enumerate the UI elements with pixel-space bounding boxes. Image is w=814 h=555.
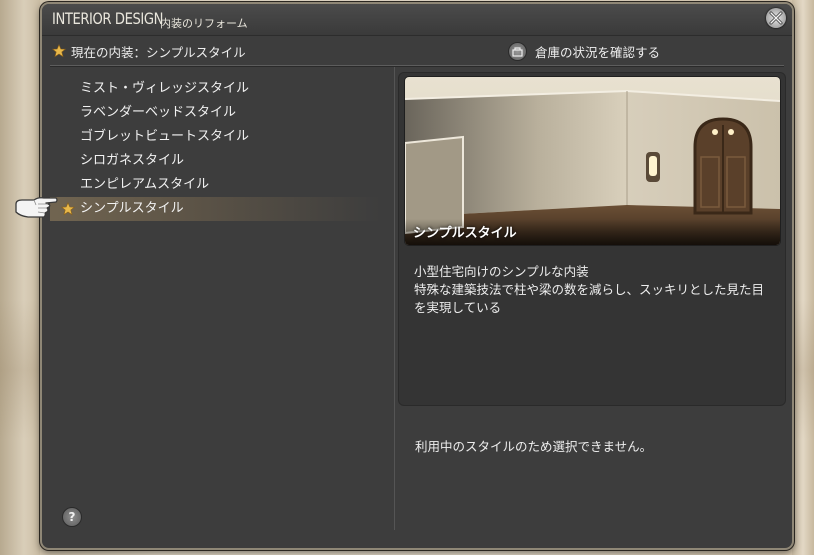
pane-divider	[394, 67, 395, 530]
star-icon	[52, 44, 66, 58]
list-item-selected[interactable]: シンプルスタイル	[50, 197, 380, 221]
style-label: エンピレアムスタイル	[80, 177, 210, 192]
interior-design-window: INTERIOR DESIGN 内装のリフォーム 現在の内装：シンプルスタイル …	[40, 2, 794, 550]
check-storage-label: 倉庫の状況を確認する	[535, 44, 661, 60]
star-icon	[61, 202, 75, 216]
list-item[interactable]: エンピレアムスタイル	[50, 173, 380, 197]
close-button[interactable]	[766, 8, 786, 28]
hand-pointer-icon	[15, 197, 58, 218]
window-subtitle: 内装のリフォーム	[160, 17, 248, 30]
background-pillar-right	[792, 0, 814, 555]
style-label: シンプルスタイル	[80, 201, 184, 216]
list-item[interactable]: ラベンダーベッドスタイル	[50, 101, 380, 125]
status-message: 利用中のスタイルのため選択できません。	[415, 439, 653, 454]
style-list: ミスト・ヴィレッジスタイル ラベンダーベッドスタイル ゴブレットビュートスタイル…	[50, 77, 380, 221]
style-label: ラベンダーベッドスタイル	[80, 105, 237, 120]
window-title: INTERIOR DESIGN	[52, 9, 164, 28]
list-item[interactable]: ミスト・ヴィレッジスタイル	[50, 77, 380, 101]
interior-preview-image: シンプルスタイル	[404, 76, 781, 246]
list-item[interactable]: ゴブレットビュートスタイル	[50, 125, 380, 149]
preview-panel: シンプルスタイル 小型住宅向けのシンプルな内装 特殊な建築技法で柱や梁の数を減ら…	[398, 72, 786, 406]
style-list-pane: ミスト・ヴィレッジスタイル ラベンダーベッドスタイル ゴブレットビュートスタイル…	[50, 67, 395, 530]
current-interior-label: 現在の内装：シンプルスタイル	[71, 44, 246, 60]
style-description: 小型住宅向けのシンプルな内装 特殊な建築技法で柱や梁の数を減らし、スッキリとした…	[414, 264, 765, 315]
list-item[interactable]: シロガネスタイル	[50, 149, 380, 173]
preview-caption: シンプルスタイル	[405, 219, 780, 245]
background-pillar-left	[0, 0, 40, 555]
title-bar[interactable]: INTERIOR DESIGN 内装のリフォーム	[42, 4, 792, 36]
current-interior: 現在の内装：シンプルスタイル	[52, 40, 246, 62]
style-label: シロガネスタイル	[80, 153, 185, 168]
preview-title: シンプルスタイル	[413, 226, 517, 241]
storage-icon	[508, 41, 527, 61]
style-label: ゴブレットビュートスタイル	[80, 129, 250, 144]
help-button[interactable]: ?	[62, 507, 82, 527]
style-label: ミスト・ヴィレッジスタイル	[80, 81, 250, 96]
close-icon	[769, 11, 783, 25]
check-storage-button[interactable]: 倉庫の状況を確認する	[508, 40, 660, 62]
